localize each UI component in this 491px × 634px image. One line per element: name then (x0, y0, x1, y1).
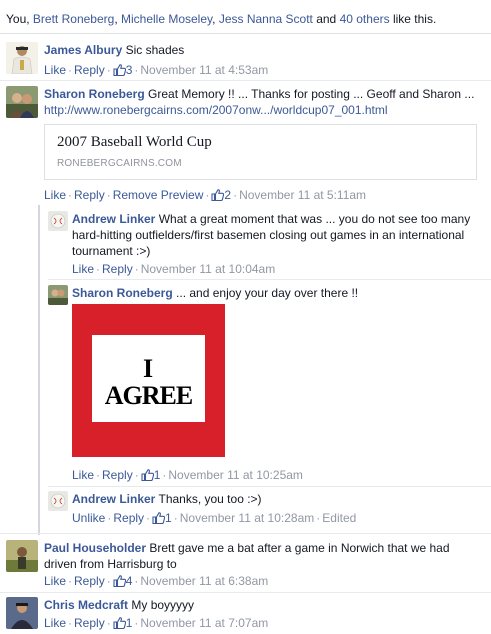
reply-link[interactable]: Reply (74, 616, 105, 630)
thumbs-up-icon (152, 512, 165, 524)
like-count-value: 1 (165, 511, 172, 525)
reply-link[interactable]: Reply (74, 574, 105, 588)
link-preview-title: 2007 Baseball World Cup (57, 134, 212, 150)
thumbs-up-icon (113, 64, 126, 76)
likes-suffix: like this. (389, 12, 437, 26)
comment-author[interactable]: James Albury (44, 43, 122, 57)
link-preview-host: RONEBERGCAIRNS.COM (57, 158, 182, 169)
comment-text: Sic shades (125, 43, 185, 57)
reply-author[interactable]: Andrew Linker (72, 212, 155, 226)
avatar[interactable] (6, 42, 38, 74)
avatar[interactable] (6, 597, 38, 629)
agree-line-1: I (142, 354, 155, 383)
thumbs-up-icon (113, 617, 126, 629)
like-count[interactable]: 3 (113, 63, 132, 77)
likes-separator: , (114, 12, 121, 26)
like-count[interactable]: 1 (152, 511, 172, 525)
reply-link[interactable]: Reply (74, 63, 105, 77)
comment-timestamp[interactable]: November 11 at 5:11am (239, 188, 366, 202)
comment-author[interactable]: Chris Medcraft (44, 598, 128, 612)
agree-meme-image[interactable]: I AGREE (72, 304, 225, 457)
remove-preview-link[interactable]: Remove Preview (113, 188, 204, 202)
reply-link[interactable]: Reply (74, 188, 105, 202)
reply-text: Thanks, you too :>) (158, 492, 262, 506)
avatar[interactable] (48, 211, 68, 231)
likes-prefix: You, (6, 12, 33, 26)
like-link[interactable]: Like (44, 63, 66, 77)
reply-link[interactable]: Reply (102, 468, 133, 482)
comment-timestamp[interactable]: November 11 at 4:53am (140, 63, 268, 77)
edited-label[interactable]: Edited (322, 511, 356, 525)
likes-separator: , (212, 12, 219, 26)
like-count[interactable]: 1 (141, 468, 160, 482)
like-count[interactable]: 2 (211, 188, 231, 202)
likes-separator: and (312, 12, 340, 26)
agree-sign: I AGREE (92, 335, 205, 422)
divider (0, 533, 491, 534)
like-count[interactable]: 4 (113, 574, 132, 588)
reply-text: ... and enjoy your day over there !! (176, 286, 359, 300)
likes-summary: You, Brett Roneberg, Michelle Moseley, J… (0, 0, 491, 34)
reply-thread-line (38, 205, 40, 535)
avatar[interactable] (48, 285, 68, 305)
divider (0, 592, 491, 593)
comment-timestamp[interactable]: November 11 at 6:38am (140, 574, 268, 588)
divider (48, 486, 491, 487)
comment-author[interactable]: Paul Householder (44, 541, 146, 555)
thumbs-up-icon (113, 575, 126, 587)
like-link[interactable]: Like (44, 188, 66, 202)
comment-author[interactable]: Sharon Roneberg (44, 87, 145, 101)
like-link[interactable]: Like (44, 574, 66, 588)
reply-link[interactable]: Reply (113, 511, 144, 525)
liker-link[interactable]: Brett Roneberg (33, 12, 114, 26)
liker-link[interactable]: Jess Nanna Scott (219, 12, 313, 26)
like-link[interactable]: Like (72, 262, 94, 276)
like-count[interactable]: 1 (113, 616, 132, 630)
avatar[interactable] (6, 540, 38, 572)
avatar[interactable] (6, 86, 38, 118)
thumbs-up-icon (141, 469, 154, 481)
liker-link[interactable]: Michelle Moseley (121, 12, 212, 26)
reply-link[interactable]: Reply (102, 262, 133, 276)
likes-others-link[interactable]: 40 others (340, 12, 390, 26)
reply-timestamp[interactable]: November 11 at 10:28am (180, 511, 315, 525)
reply-timestamp[interactable]: November 11 at 10:25am (168, 468, 303, 482)
agree-line-2: AGREE (104, 381, 193, 410)
unlike-link[interactable]: Unlike (72, 511, 105, 525)
divider (0, 80, 491, 81)
reply-timestamp[interactable]: November 11 at 10:04am (141, 262, 276, 276)
comment-text: My boyyyyy (131, 598, 195, 612)
avatar[interactable] (48, 491, 68, 511)
reply-author[interactable]: Sharon Roneberg (72, 286, 173, 300)
shared-url-link[interactable]: http://www.ronebergcairns.com/2007onw...… (44, 103, 388, 117)
link-preview-card[interactable]: 2007 Baseball World Cup RONEBERGCAIRNS.C… (44, 124, 477, 180)
divider (48, 279, 491, 280)
thumbs-up-icon (211, 189, 224, 201)
comment-timestamp[interactable]: November 11 at 7:07am (140, 616, 268, 630)
like-link[interactable]: Like (44, 616, 66, 630)
comment-text: Great Memory !! ... Thanks for posting .… (148, 87, 475, 101)
like-link[interactable]: Like (72, 468, 94, 482)
reply-author[interactable]: Andrew Linker (72, 492, 155, 506)
